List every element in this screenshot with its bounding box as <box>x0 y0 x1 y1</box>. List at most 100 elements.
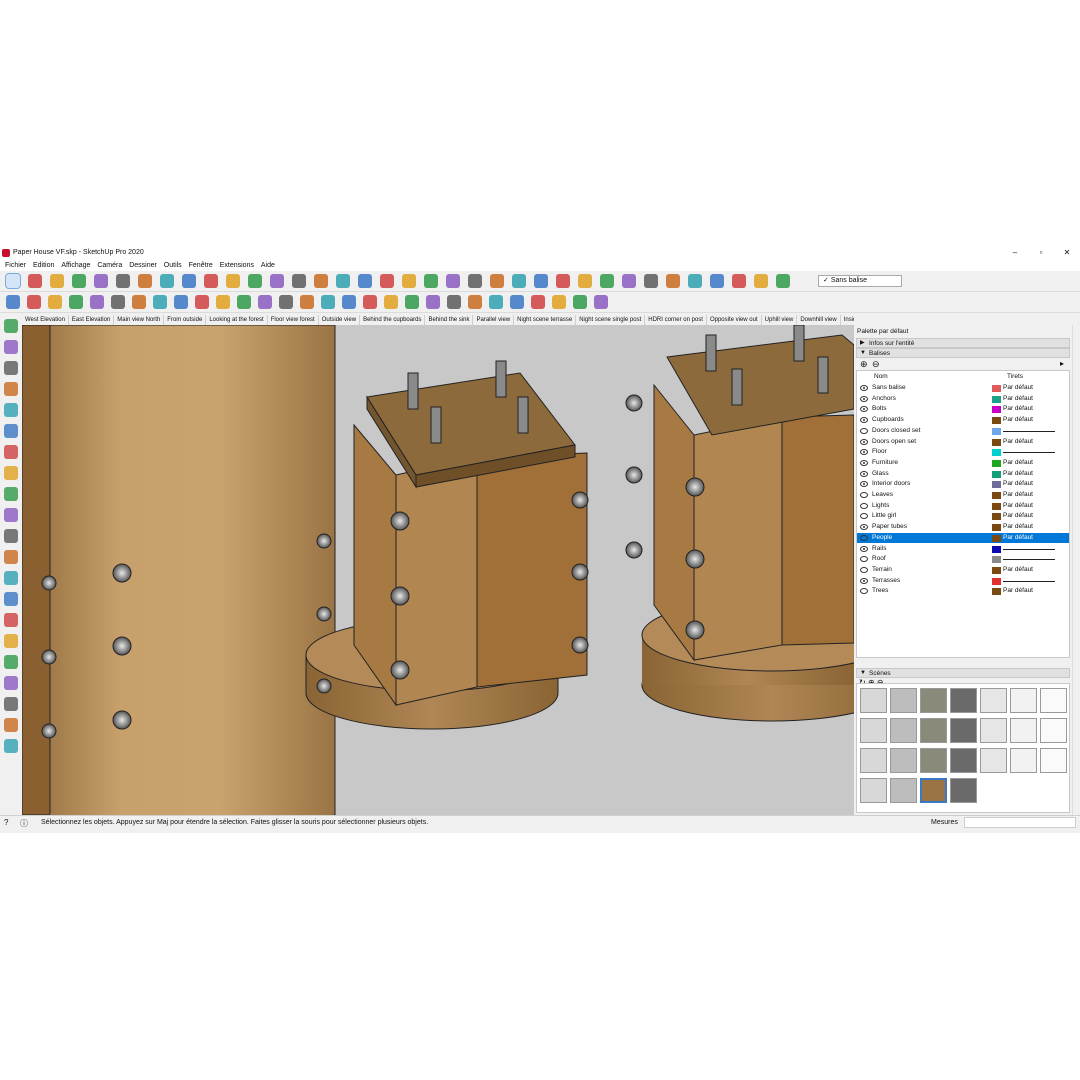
scene-thumbnail[interactable] <box>1040 688 1067 713</box>
tag-dashes[interactable]: Par défaut <box>1003 469 1033 480</box>
tag-dash-line[interactable] <box>1003 580 1055 582</box>
paint2-icon[interactable] <box>90 295 104 309</box>
material-icon[interactable] <box>216 295 230 309</box>
scene-thumbnail[interactable] <box>950 688 977 713</box>
tag-row[interactable]: Bolts Par défaut <box>857 404 1069 415</box>
entity-info-header[interactable]: ▶ Infos sur l'entité <box>856 338 1070 348</box>
scene-thumbnail[interactable] <box>1010 688 1037 713</box>
zoom-icon[interactable] <box>314 274 328 288</box>
scene-thumbnail[interactable] <box>860 718 887 743</box>
red-arrow-icon[interactable] <box>4 466 18 480</box>
scene-tab[interactable]: Floor view forest <box>268 315 319 325</box>
help-icon[interactable]: ? <box>4 818 8 827</box>
rect2-icon[interactable] <box>6 295 20 309</box>
navigate-icon[interactable] <box>510 295 524 309</box>
height-tool-icon[interactable] <box>4 613 18 627</box>
eye-closed-icon[interactable] <box>860 534 868 541</box>
scenes-header[interactable]: ▼ Scènes <box>856 668 1070 678</box>
eye-open-icon[interactable] <box>860 459 868 466</box>
scale2-icon[interactable] <box>573 295 587 309</box>
user-icon[interactable] <box>446 274 460 288</box>
tag-color-swatch[interactable] <box>992 427 1001 435</box>
tag-color-swatch[interactable] <box>992 406 1001 414</box>
scene-thumbnail[interactable] <box>890 778 917 803</box>
terrain-icon[interactable] <box>195 295 209 309</box>
push-pull-icon[interactable] <box>116 274 130 288</box>
tag-dashes[interactable]: Par défaut <box>1003 511 1033 522</box>
shadow-icon[interactable] <box>600 274 614 288</box>
bars-icon[interactable] <box>405 295 419 309</box>
purple-arrow-icon[interactable] <box>4 529 18 543</box>
menu-fichier[interactable]: Fichier <box>5 260 26 271</box>
gear-icon[interactable] <box>279 295 293 309</box>
scene-thumbnail[interactable] <box>950 778 977 803</box>
tag-color-swatch[interactable] <box>992 502 1001 510</box>
eye-closed-icon[interactable] <box>860 556 868 563</box>
tag-color-swatch[interactable] <box>992 470 1001 478</box>
lines-icon[interactable] <box>426 295 440 309</box>
eye-closed-icon[interactable] <box>860 502 868 509</box>
info-icon[interactable]: ⓘ <box>20 818 28 829</box>
tag-color-swatch[interactable] <box>992 534 1001 542</box>
checker-icon[interactable] <box>237 295 251 309</box>
house-icon[interactable] <box>490 274 504 288</box>
orbit-icon[interactable] <box>270 274 284 288</box>
tag-row[interactable]: Leaves Par défaut <box>857 490 1069 501</box>
tag-dashes[interactable]: Par défaut <box>1003 533 1033 544</box>
move2-icon[interactable] <box>531 295 545 309</box>
pencil-tool-icon[interactable] <box>4 382 18 396</box>
tag-row[interactable]: Little girl Par défaut <box>857 511 1069 522</box>
eye-open-icon[interactable] <box>860 524 868 531</box>
solid-icon[interactable] <box>776 274 790 288</box>
scene-thumbnail[interactable] <box>980 718 1007 743</box>
eraser-tool-icon[interactable] <box>4 340 18 354</box>
scene-thumbnail[interactable] <box>890 748 917 773</box>
paint-tool-icon[interactable] <box>4 361 18 375</box>
tag-row[interactable]: Doors closed set <box>857 426 1069 437</box>
tag-row[interactable]: Terrasses <box>857 576 1069 587</box>
scene-thumbnail[interactable] <box>920 718 947 743</box>
pan-icon[interactable] <box>292 274 306 288</box>
tag-row[interactable]: Interior doors Par défaut <box>857 479 1069 490</box>
tags-icon[interactable] <box>710 274 724 288</box>
tag-color-swatch[interactable] <box>992 417 1001 425</box>
tag-dash-line[interactable] <box>1003 430 1055 432</box>
mail-icon[interactable] <box>300 295 314 309</box>
tag-dashes[interactable]: Par défaut <box>1003 501 1033 512</box>
eye-closed-icon[interactable] <box>860 427 868 434</box>
tag-color-swatch[interactable] <box>992 513 1001 521</box>
tag-row[interactable]: People Par défaut <box>857 532 1069 544</box>
tag-dashes[interactable]: Par défaut <box>1003 522 1033 533</box>
measures-input[interactable] <box>964 817 1076 828</box>
tag-color-swatch[interactable] <box>992 577 1001 585</box>
tray-scrollbar[interactable] <box>1072 325 1080 815</box>
tag-color-swatch[interactable] <box>992 385 1001 392</box>
maximize-button[interactable]: ▫ <box>1030 248 1052 258</box>
tag-dashes[interactable]: Par défaut <box>1003 437 1033 448</box>
tag-dashes[interactable]: Par défaut <box>1003 565 1033 576</box>
door-icon[interactable] <box>534 274 548 288</box>
select-tool-icon[interactable] <box>4 319 18 333</box>
scene-thumbnail[interactable] <box>1040 718 1067 743</box>
tag-row[interactable]: Terrain Par défaut <box>857 565 1069 576</box>
tag-color-swatch[interactable] <box>992 492 1001 499</box>
scene-thumbnail[interactable] <box>980 688 1007 713</box>
remove-tag-icon[interactable]: ⊖ <box>872 360 880 369</box>
plus-icon[interactable] <box>153 295 167 309</box>
scene-tab[interactable]: East Elevation <box>69 315 115 325</box>
scene-tab[interactable]: Night scene terrasse <box>514 315 577 325</box>
scene-tab[interactable]: HDRI corner on post <box>645 315 707 325</box>
help-icon[interactable] <box>594 295 608 309</box>
blue-arrow-icon[interactable] <box>4 487 18 501</box>
views-icon[interactable] <box>468 295 482 309</box>
tag-dash-line[interactable] <box>1003 559 1055 561</box>
aa-icon[interactable] <box>489 295 503 309</box>
tags-header[interactable]: ▼ Balises <box>856 348 1070 358</box>
scene-tab[interactable]: Downhill view <box>797 315 841 325</box>
menu-dessiner[interactable]: Dessiner <box>129 260 157 271</box>
menu-extensions[interactable]: Extensions <box>220 260 254 271</box>
col-dashes-header[interactable]: Tirets <box>1007 373 1023 380</box>
sandbox-icon[interactable] <box>578 274 592 288</box>
tag-color-swatch[interactable] <box>992 449 1001 457</box>
scene-tab[interactable]: Night scene single post <box>576 315 646 325</box>
